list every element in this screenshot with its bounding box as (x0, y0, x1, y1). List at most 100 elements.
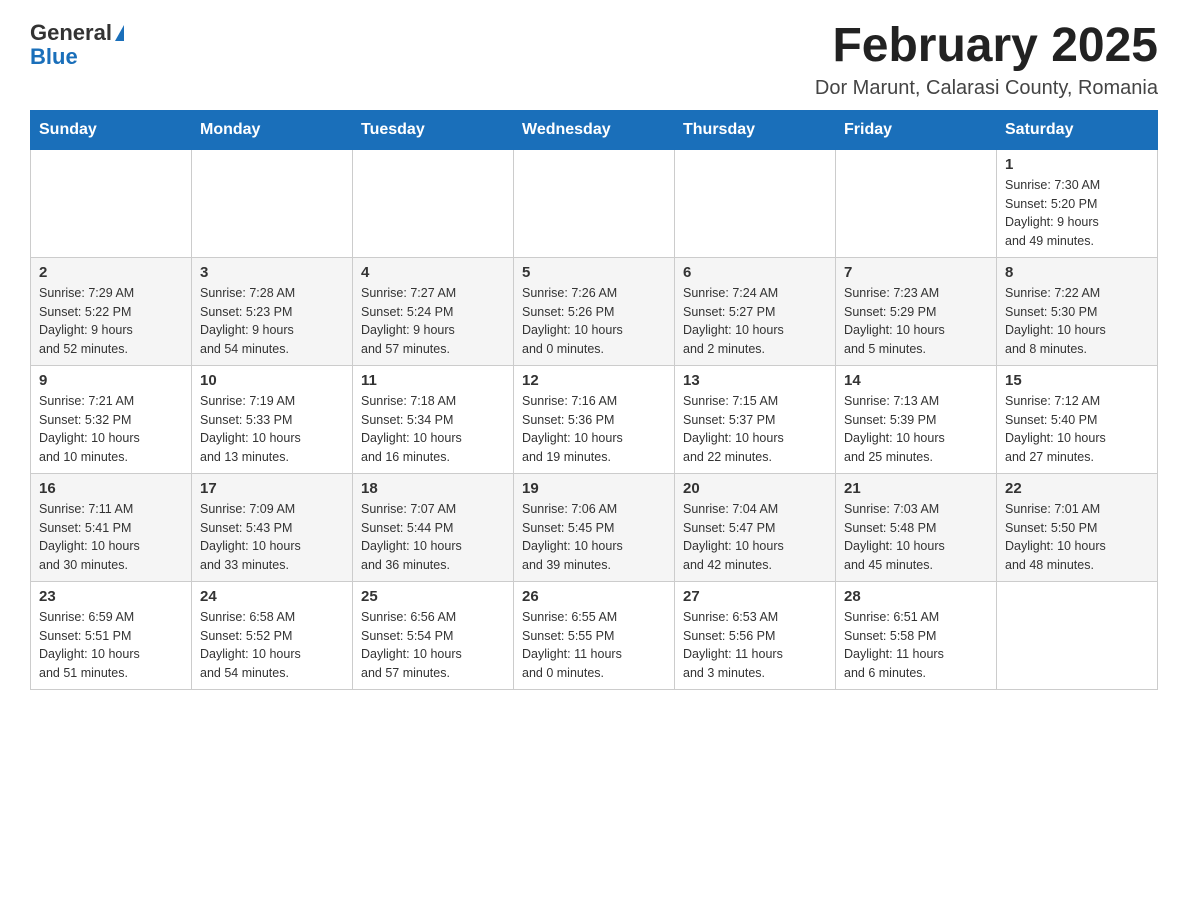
day-number: 18 (361, 480, 505, 497)
calendar-cell (836, 149, 997, 257)
day-number: 4 (361, 264, 505, 281)
day-info: Sunrise: 7:29 AM Sunset: 5:22 PM Dayligh… (39, 284, 183, 359)
day-number: 1 (1005, 156, 1149, 173)
page-header: General Blue February 2025 Dor Marunt, C… (30, 20, 1158, 100)
calendar-cell: 7 Sunrise: 7:23 AM Sunset: 5:29 PM Daylig… (836, 257, 997, 365)
calendar-cell: 11 Sunrise: 7:18 AM Sunset: 5:34 PM Dayli… (353, 365, 514, 473)
calendar-cell: 13 Sunrise: 7:15 AM Sunset: 5:37 PM Dayli… (675, 365, 836, 473)
calendar-cell: 14 Sunrise: 7:13 AM Sunset: 5:39 PM Dayli… (836, 365, 997, 473)
calendar-cell: 26 Sunrise: 6:55 AM Sunset: 5:55 PM Dayli… (514, 581, 675, 689)
day-number: 23 (39, 588, 183, 605)
weekday-header-tuesday: Tuesday (353, 110, 514, 149)
day-info: Sunrise: 7:11 AM Sunset: 5:41 PM Dayligh… (39, 500, 183, 575)
weekday-header-row: SundayMondayTuesdayWednesdayThursdayFrid… (31, 110, 1158, 149)
calendar-cell: 5 Sunrise: 7:26 AM Sunset: 5:26 PM Daylig… (514, 257, 675, 365)
day-info: Sunrise: 7:07 AM Sunset: 5:44 PM Dayligh… (361, 500, 505, 575)
day-number: 10 (200, 372, 344, 389)
day-info: Sunrise: 7:19 AM Sunset: 5:33 PM Dayligh… (200, 392, 344, 467)
day-number: 13 (683, 372, 827, 389)
logo-blue-text: Blue (30, 44, 78, 70)
day-number: 2 (39, 264, 183, 281)
calendar-cell (192, 149, 353, 257)
weekday-header-wednesday: Wednesday (514, 110, 675, 149)
day-number: 19 (522, 480, 666, 497)
week-row-2: 2 Sunrise: 7:29 AM Sunset: 5:22 PM Daylig… (31, 257, 1158, 365)
calendar-cell (31, 149, 192, 257)
calendar-cell (514, 149, 675, 257)
day-number: 15 (1005, 372, 1149, 389)
day-number: 25 (361, 588, 505, 605)
calendar-cell: 16 Sunrise: 7:11 AM Sunset: 5:41 PM Dayli… (31, 473, 192, 581)
calendar-cell: 12Sunrise: 7:16 AM Sunset: 5:36 PM Dayli… (514, 365, 675, 473)
weekday-header-monday: Monday (192, 110, 353, 149)
day-info: Sunrise: 7:01 AM Sunset: 5:50 PM Dayligh… (1005, 500, 1149, 575)
day-info: Sunrise: 7:18 AM Sunset: 5:34 PM Dayligh… (361, 392, 505, 467)
calendar-cell: 17 Sunrise: 7:09 AM Sunset: 5:43 PM Dayli… (192, 473, 353, 581)
day-info: Sunrise: 7:09 AM Sunset: 5:43 PM Dayligh… (200, 500, 344, 575)
day-info: Sunrise: 7:21 AM Sunset: 5:32 PM Dayligh… (39, 392, 183, 467)
calendar-cell: 15 Sunrise: 7:12 AM Sunset: 5:40 PM Dayli… (997, 365, 1158, 473)
calendar-cell: 23 Sunrise: 6:59 AM Sunset: 5:51 PM Dayli… (31, 581, 192, 689)
day-info: Sunrise: 7:28 AM Sunset: 5:23 PM Dayligh… (200, 284, 344, 359)
calendar-cell: 6 Sunrise: 7:24 AM Sunset: 5:27 PM Daylig… (675, 257, 836, 365)
calendar-cell: 19 Sunrise: 7:06 AM Sunset: 5:45 PM Dayli… (514, 473, 675, 581)
day-info: Sunrise: 6:56 AM Sunset: 5:54 PM Dayligh… (361, 608, 505, 683)
weekday-header-friday: Friday (836, 110, 997, 149)
day-number: 21 (844, 480, 988, 497)
calendar-cell: 22Sunrise: 7:01 AM Sunset: 5:50 PM Dayli… (997, 473, 1158, 581)
day-info: Sunrise: 7:24 AM Sunset: 5:27 PM Dayligh… (683, 284, 827, 359)
day-number: 24 (200, 588, 344, 605)
calendar-cell: 24 Sunrise: 6:58 AM Sunset: 5:52 PM Dayli… (192, 581, 353, 689)
calendar-table: SundayMondayTuesdayWednesdayThursdayFrid… (30, 110, 1158, 690)
week-row-3: 9 Sunrise: 7:21 AM Sunset: 5:32 PM Daylig… (31, 365, 1158, 473)
day-number: 20 (683, 480, 827, 497)
logo-general-text: General (30, 20, 112, 46)
day-number: 6 (683, 264, 827, 281)
day-info: Sunrise: 7:23 AM Sunset: 5:29 PM Dayligh… (844, 284, 988, 359)
day-info: Sunrise: 6:55 AM Sunset: 5:55 PM Dayligh… (522, 608, 666, 683)
day-number: 16 (39, 480, 183, 497)
week-row-5: 23 Sunrise: 6:59 AM Sunset: 5:51 PM Dayli… (31, 581, 1158, 689)
day-info: Sunrise: 7:06 AM Sunset: 5:45 PM Dayligh… (522, 500, 666, 575)
day-info: Sunrise: 7:03 AM Sunset: 5:48 PM Dayligh… (844, 500, 988, 575)
calendar-cell: 9 Sunrise: 7:21 AM Sunset: 5:32 PM Daylig… (31, 365, 192, 473)
title-section: February 2025 Dor Marunt, Calarasi Count… (815, 20, 1158, 100)
weekday-header-thursday: Thursday (675, 110, 836, 149)
calendar-cell (997, 581, 1158, 689)
month-title: February 2025 (815, 20, 1158, 73)
day-number: 5 (522, 264, 666, 281)
day-info: Sunrise: 6:58 AM Sunset: 5:52 PM Dayligh… (200, 608, 344, 683)
day-number: 14 (844, 372, 988, 389)
day-info: Sunrise: 7:22 AM Sunset: 5:30 PM Dayligh… (1005, 284, 1149, 359)
day-info: Sunrise: 6:51 AM Sunset: 5:58 PM Dayligh… (844, 608, 988, 683)
calendar-cell: 27 Sunrise: 6:53 AM Sunset: 5:56 PM Dayli… (675, 581, 836, 689)
day-number: 17 (200, 480, 344, 497)
day-number: 11 (361, 372, 505, 389)
calendar-cell: 28 Sunrise: 6:51 AM Sunset: 5:58 PM Dayli… (836, 581, 997, 689)
day-number: 27 (683, 588, 827, 605)
weekday-header-saturday: Saturday (997, 110, 1158, 149)
day-info: Sunrise: 7:15 AM Sunset: 5:37 PM Dayligh… (683, 392, 827, 467)
day-number: 7 (844, 264, 988, 281)
day-info: Sunrise: 7:12 AM Sunset: 5:40 PM Dayligh… (1005, 392, 1149, 467)
weekday-header-sunday: Sunday (31, 110, 192, 149)
calendar-cell: 1 Sunrise: 7:30 AM Sunset: 5:20 PM Daylig… (997, 149, 1158, 257)
day-number: 9 (39, 372, 183, 389)
day-info: Sunrise: 7:26 AM Sunset: 5:26 PM Dayligh… (522, 284, 666, 359)
day-info: Sunrise: 7:04 AM Sunset: 5:47 PM Dayligh… (683, 500, 827, 575)
calendar-cell: 10 Sunrise: 7:19 AM Sunset: 5:33 PM Dayli… (192, 365, 353, 473)
day-info: Sunrise: 6:59 AM Sunset: 5:51 PM Dayligh… (39, 608, 183, 683)
day-info: Sunrise: 7:30 AM Sunset: 5:20 PM Dayligh… (1005, 176, 1149, 251)
day-number: 28 (844, 588, 988, 605)
day-number: 26 (522, 588, 666, 605)
calendar-cell: 25 Sunrise: 6:56 AM Sunset: 5:54 PM Dayli… (353, 581, 514, 689)
day-info: Sunrise: 6:53 AM Sunset: 5:56 PM Dayligh… (683, 608, 827, 683)
day-info: Sunrise: 7:16 AM Sunset: 5:36 PM Dayligh… (522, 392, 666, 467)
location-title: Dor Marunt, Calarasi County, Romania (815, 77, 1158, 100)
week-row-1: 1 Sunrise: 7:30 AM Sunset: 5:20 PM Daylig… (31, 149, 1158, 257)
logo-triangle-icon (115, 25, 124, 41)
calendar-cell: 2 Sunrise: 7:29 AM Sunset: 5:22 PM Daylig… (31, 257, 192, 365)
day-info: Sunrise: 7:13 AM Sunset: 5:39 PM Dayligh… (844, 392, 988, 467)
day-number: 8 (1005, 264, 1149, 281)
calendar-cell: 3Sunrise: 7:28 AM Sunset: 5:23 PM Daylig… (192, 257, 353, 365)
